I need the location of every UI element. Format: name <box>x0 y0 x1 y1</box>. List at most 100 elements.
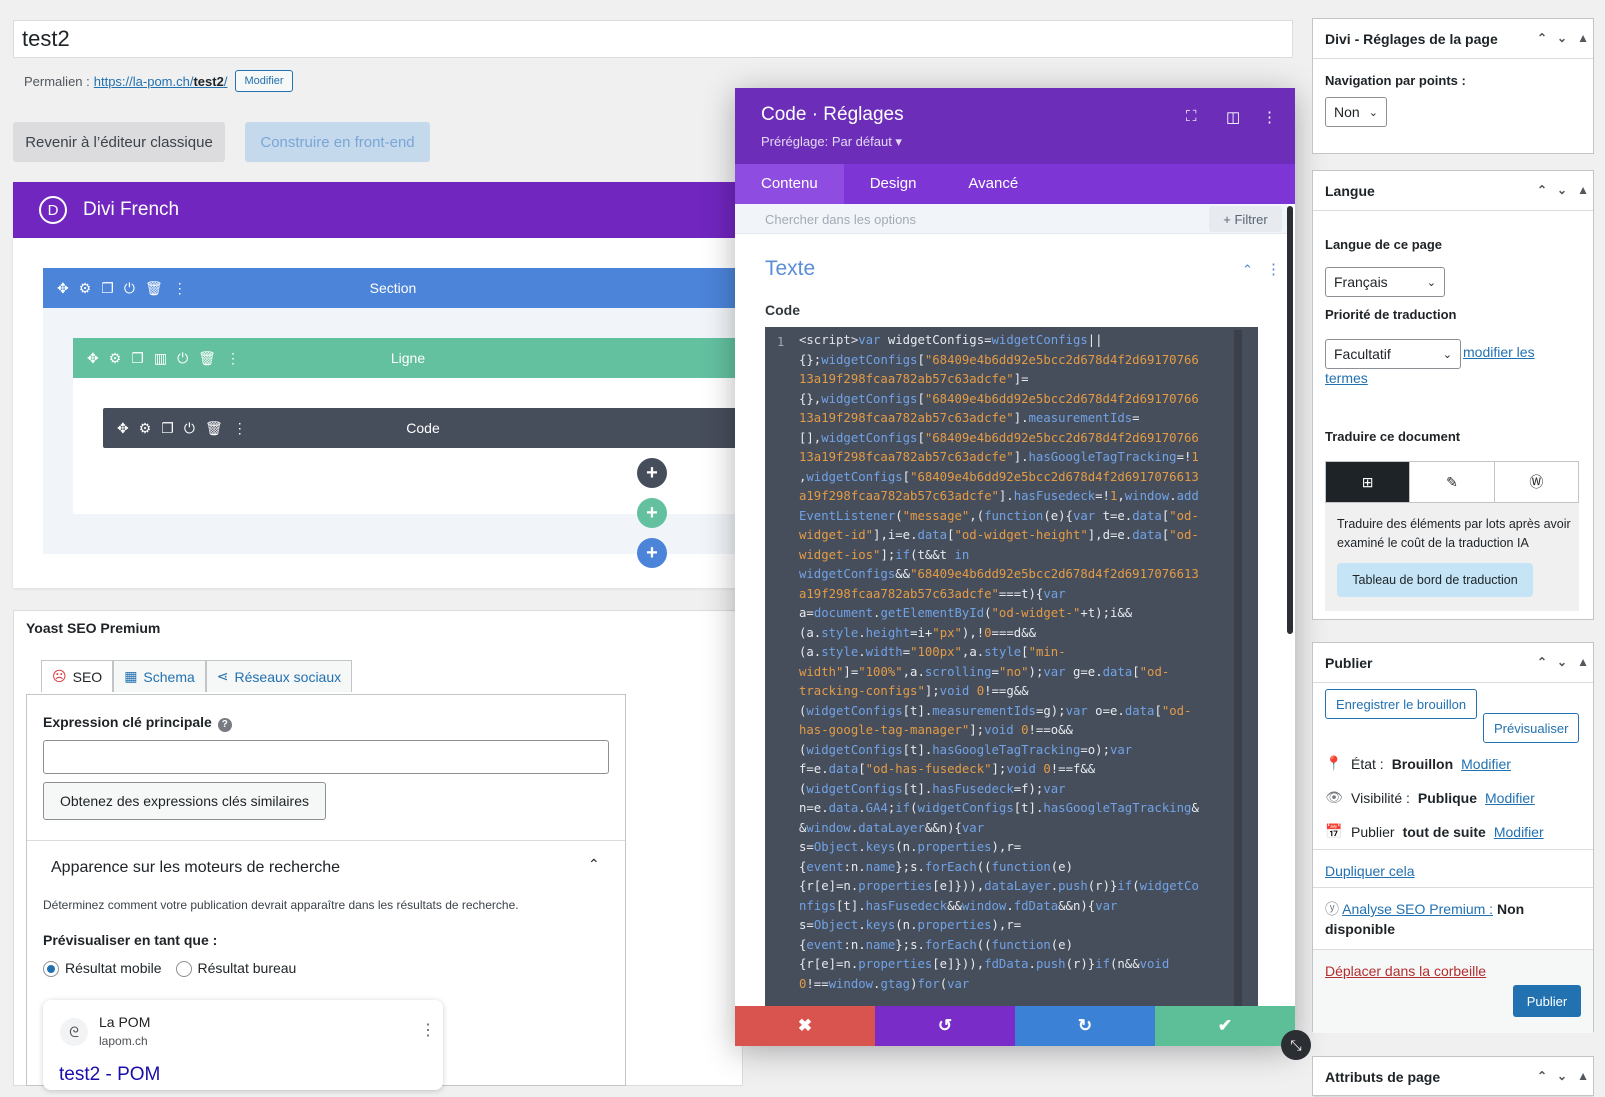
toggle-icon[interactable]: ▲ <box>1577 655 1589 669</box>
preview-button[interactable]: Prévisualiser <box>1483 713 1580 743</box>
chevron-up-icon[interactable]: ⌃ <box>588 856 600 873</box>
trash-link[interactable]: Déplacer dans la corbeille <box>1325 963 1486 979</box>
add-row-button[interactable]: + <box>637 498 667 528</box>
divi-logo: D <box>39 196 67 224</box>
modal-scrollbar[interactable] <box>1287 206 1293 634</box>
split-view-icon[interactable]: ◫ <box>1226 108 1240 126</box>
redo-button[interactable]: ↻ <box>1015 1006 1155 1046</box>
more-icon[interactable]: ⋮ <box>1262 108 1277 126</box>
power-icon[interactable]: ⏻ <box>184 420 195 437</box>
tab-content[interactable]: Contenu <box>735 164 844 204</box>
toggle-icon[interactable]: ▲ <box>1577 1069 1589 1083</box>
power-icon[interactable]: ⏻ <box>124 280 135 297</box>
move-down-icon[interactable]: ⌄ <box>1557 31 1567 45</box>
more-icon[interactable]: ⋮ <box>1266 260 1281 278</box>
share-icon: ⋖ <box>216 668 229 684</box>
more-icon[interactable]: ⋮ <box>226 350 240 367</box>
code-editor-scrollbar[interactable] <box>1234 330 1242 1010</box>
page-attributes-header[interactable]: Attributs de page ⌃ ⌄ ▲ <box>1313 1057 1593 1097</box>
preset-dropdown[interactable]: Préréglage: Par défaut ▾ <box>761 134 902 150</box>
tab-seo[interactable]: ☹ SEO <box>41 660 114 692</box>
language-header[interactable]: Langue ⌃ ⌄ ▲ <box>1313 171 1593 211</box>
tab-social[interactable]: ⋖ Réseaux sociaux <box>205 660 353 692</box>
grid-icon[interactable]: ⊞ <box>1326 462 1410 502</box>
section-bar[interactable]: ✥ ⚙ ❐ ⏻ 🗑 ⋮ Section <box>43 268 743 308</box>
permalink-link[interactable]: https://la-pom.ch/test2/ <box>94 74 228 89</box>
related-keyphrases-button[interactable]: Obtenez des expressions clés similaires <box>43 782 326 820</box>
wordpress-icon[interactable]: Ⓦ <box>1493 462 1578 502</box>
permalink-edit-button[interactable]: Modifier <box>235 70 293 92</box>
classic-editor-button[interactable]: Revenir à l’éditeur classique <box>13 122 225 162</box>
tab-schema[interactable]: ▦ Schema <box>113 660 206 692</box>
publish-button[interactable]: Publier <box>1513 985 1581 1017</box>
trash-icon[interactable]: 🗑 <box>198 350 216 367</box>
seo-analysis-link[interactable]: Analyse SEO Premium : <box>1342 901 1493 917</box>
radio-desktop-input[interactable] <box>175 961 192 978</box>
edit-schedule-link[interactable]: Modifier <box>1494 824 1544 840</box>
save-draft-button[interactable]: Enregistrer le brouillon <box>1325 689 1478 719</box>
edit-visibility-link[interactable]: Modifier <box>1485 790 1535 806</box>
text-section-title[interactable]: Texte <box>765 257 815 281</box>
row-bar[interactable]: ✥ ⚙ ❐ ▥ ⏻ 🗑 ⋮ Ligne <box>73 338 743 378</box>
keyphrase-input[interactable] <box>43 740 609 774</box>
snippet-title[interactable]: test2 - POM <box>59 1064 160 1086</box>
code-editor-text[interactable]: <script>var widgetConfigs=widgetConfigs|… <box>795 327 1235 1007</box>
modify-terms-link[interactable]: modifier les termes <box>1325 339 1565 391</box>
move-down-icon[interactable]: ⌄ <box>1557 1069 1567 1083</box>
duplicate-link[interactable]: Dupliquer cela <box>1325 863 1415 879</box>
duplicate-icon[interactable]: ❐ <box>101 280 114 297</box>
edit-status-link[interactable]: Modifier <box>1461 756 1511 772</box>
move-icon[interactable]: ✥ <box>57 280 69 297</box>
toggle-icon[interactable]: ▲ <box>1577 183 1589 197</box>
power-icon[interactable]: ⏻ <box>177 350 188 367</box>
frontend-builder-button[interactable]: Construire en front-end <box>245 122 430 162</box>
help-icon[interactable]: ? <box>217 718 232 732</box>
move-icon[interactable]: ✥ <box>87 350 99 367</box>
duplicate-icon[interactable]: ❐ <box>131 350 144 367</box>
tab-design[interactable]: Design <box>844 164 943 204</box>
gear-icon[interactable]: ⚙ <box>109 350 122 367</box>
move-down-icon[interactable]: ⌄ <box>1557 183 1567 197</box>
resize-handle[interactable]: ⤡ <box>1281 1030 1311 1060</box>
move-up-icon[interactable]: ⌃ <box>1537 1069 1547 1083</box>
trash-icon[interactable]: 🗑 <box>205 420 223 437</box>
gear-icon[interactable]: ⚙ <box>79 280 92 297</box>
permalink-row: Permalien : https://la-pom.ch/test2/ Mod… <box>24 70 293 92</box>
appearance-title[interactable]: Apparence sur les moteurs de recherche <box>51 859 340 877</box>
trash-icon[interactable]: 🗑 <box>145 280 163 297</box>
more-icon[interactable]: ⋮ <box>173 280 187 297</box>
duplicate-icon[interactable]: ❐ <box>161 420 174 437</box>
gear-icon[interactable]: ⚙ <box>139 420 152 437</box>
close-button[interactable]: ✖ <box>735 1006 875 1046</box>
more-icon: ⋮ <box>420 1022 436 1039</box>
magic-wand-icon[interactable]: ✎ <box>1409 462 1493 502</box>
toggle-icon[interactable]: ▲ <box>1577 31 1589 45</box>
more-icon[interactable]: ⋮ <box>233 420 247 437</box>
columns-icon[interactable]: ▥ <box>154 350 167 367</box>
move-up-icon[interactable]: ⌃ <box>1537 183 1547 197</box>
undo-button[interactable]: ↺ <box>875 1006 1015 1046</box>
filter-button[interactable]: + Filtrer <box>1209 206 1282 232</box>
save-button[interactable]: ✔ <box>1155 1006 1295 1046</box>
add-section-button[interactable]: + <box>637 538 667 568</box>
move-down-icon[interactable]: ⌄ <box>1557 655 1567 669</box>
radio-desktop[interactable]: Résultat bureau <box>175 960 296 978</box>
radio-mobile-input[interactable] <box>43 961 59 978</box>
move-up-icon[interactable]: ⌃ <box>1537 31 1547 45</box>
page-language-select[interactable]: Français ⌄ <box>1325 267 1445 297</box>
options-search-input[interactable]: Chercher dans les options <box>765 212 916 227</box>
publish-header[interactable]: Publier ⌃ ⌄ ▲ <box>1313 643 1593 683</box>
dots-nav-select[interactable]: Non ⌄ <box>1325 97 1387 127</box>
add-module-button[interactable]: + <box>637 458 667 488</box>
move-icon[interactable]: ✥ <box>117 420 129 437</box>
tab-advanced[interactable]: Avancé <box>942 164 1044 204</box>
fullscreen-icon[interactable]: ⛶ <box>1186 108 1197 125</box>
divi-settings-header[interactable]: Divi - Réglages de la page ⌃ ⌄ ▲ <box>1313 19 1593 59</box>
move-up-icon[interactable]: ⌃ <box>1537 655 1547 669</box>
chevron-up-icon[interactable]: ⌃ <box>1242 262 1253 278</box>
radio-mobile[interactable]: Résultat mobile <box>43 960 162 978</box>
post-title-input[interactable] <box>13 20 1293 58</box>
sad-face-icon: ☹ <box>52 668 67 684</box>
translation-dashboard-button[interactable]: Tableau de bord de traduction <box>1337 563 1533 597</box>
code-module-bar[interactable]: ✥ ⚙ ❐ ⏻ 🗑 ⋮ Code <box>103 408 743 448</box>
